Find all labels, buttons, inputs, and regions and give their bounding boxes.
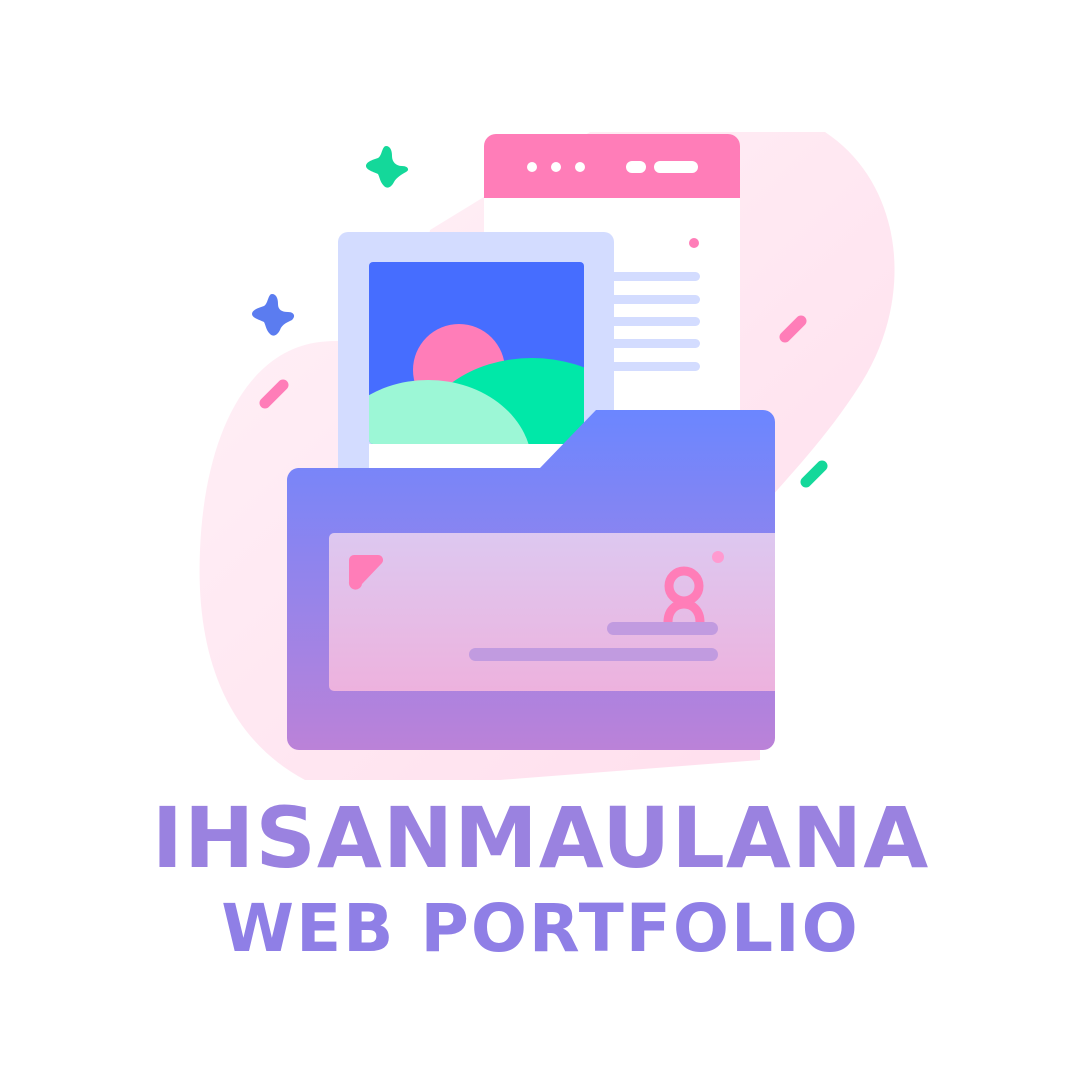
dash-decoration bbox=[800, 460, 828, 488]
profile-panel bbox=[329, 533, 775, 691]
sparkle-icon bbox=[366, 146, 409, 188]
logo-title: IHSANMAULANA bbox=[151, 789, 930, 887]
sparkle-icon bbox=[252, 294, 295, 336]
logo-subtitle: WEB PORTFOLIO bbox=[221, 890, 860, 967]
